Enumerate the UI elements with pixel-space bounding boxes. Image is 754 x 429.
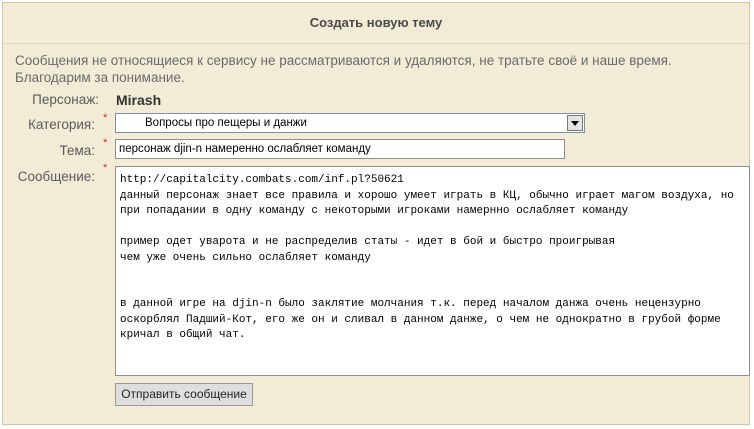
subject-label: Тема:: [59, 143, 95, 158]
message-label: Сообщение:: [17, 169, 95, 184]
new-topic-panel: Создать новую тему Сообщения не относящи…: [2, 2, 750, 425]
chevron-down-icon[interactable]: [567, 115, 583, 131]
message-textarea[interactable]: http://capitalcity.combats.com/inf.pl?50…: [115, 166, 750, 376]
character-name: Mirash: [116, 92, 162, 108]
form-title: Создать новую тему: [3, 3, 749, 44]
character-label: Персонаж:: [32, 92, 99, 107]
category-select[interactable]: Вопросы про пещеры и данжи: [115, 113, 585, 133]
category-label: Категория:: [28, 117, 95, 132]
submit-message-button[interactable]: Отправить сообщение: [115, 383, 253, 406]
notice-text: Сообщения не относящиеся к сервису не ра…: [15, 52, 735, 86]
notice-line-1: Сообщения не относящиеся к сервису не ра…: [15, 53, 672, 68]
notice-line-2: Благодарим за понимание.: [15, 70, 185, 85]
category-required-mark: *: [103, 112, 108, 124]
subject-input[interactable]: персонаж djin-n намеренно ослабляет кома…: [115, 139, 565, 159]
category-selected-value: Вопросы про пещеры и данжи: [145, 117, 307, 129]
message-required-mark: *: [103, 162, 108, 174]
subject-required-mark: *: [103, 137, 108, 149]
